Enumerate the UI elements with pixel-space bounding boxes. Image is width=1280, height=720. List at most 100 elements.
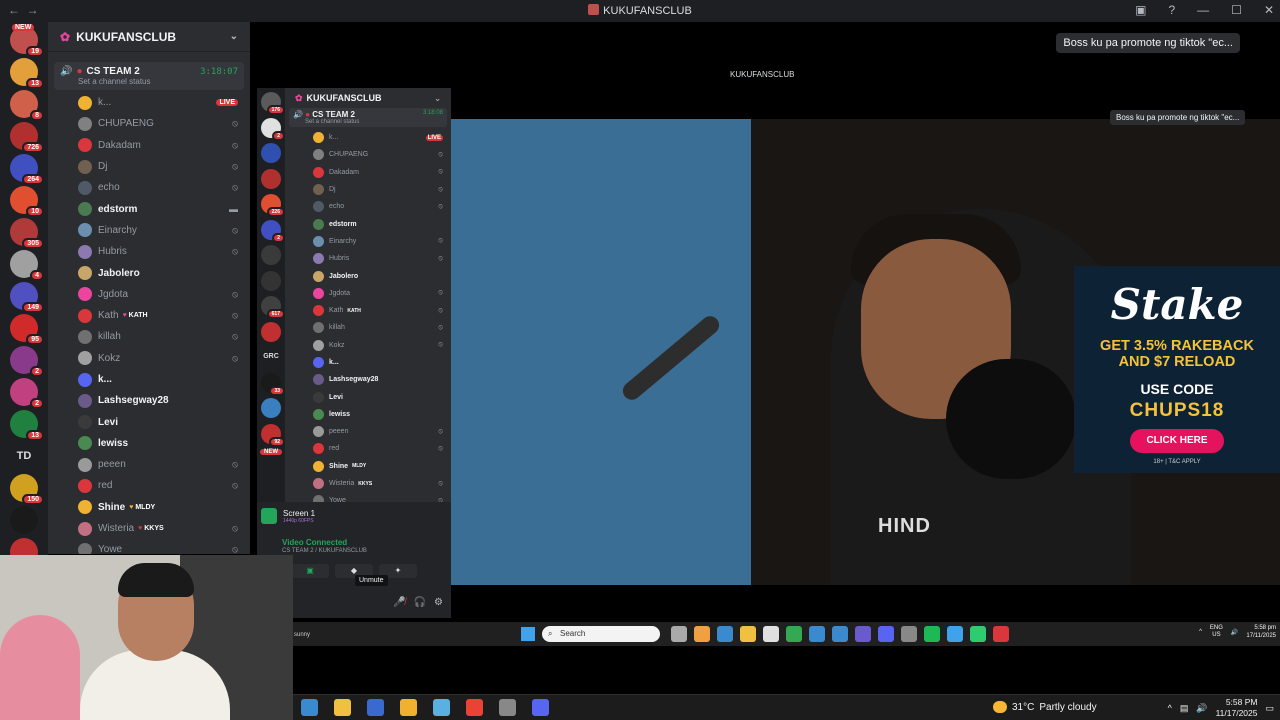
- mention-badge: 2: [272, 130, 285, 141]
- nav-arrows[interactable]: ← →: [8, 3, 39, 17]
- voice-member[interactable]: Kath ♥ KATH ⦸: [48, 305, 250, 326]
- avatar: [313, 184, 324, 196]
- server-icon-15[interactable]: 150: [10, 474, 44, 505]
- voice-member[interactable]: echo ⦸: [48, 177, 250, 198]
- notification-toast[interactable]: Boss ku pa promote ng tiktok "ec...: [1056, 33, 1240, 53]
- server-icon-11[interactable]: 2: [10, 346, 44, 377]
- voice-member[interactable]: Shine ♥ MLDY: [48, 497, 250, 518]
- server-icon-5[interactable]: 264: [10, 154, 44, 185]
- channel-status[interactable]: Set a channel status: [78, 77, 238, 86]
- voice-member[interactable]: Wisteria ♥ KKYS ⦸: [48, 518, 250, 539]
- voice-member[interactable]: Dakadam ⦸: [48, 135, 250, 156]
- voice-member[interactable]: Dj ⦸: [48, 156, 250, 177]
- server-icon-1[interactable]: NEW 19: [10, 24, 44, 57]
- network-icon[interactable]: ▤: [1180, 703, 1189, 714]
- member-tag: ♥ MLDY: [129, 503, 156, 511]
- server-icon-9[interactable]: 149: [10, 282, 44, 313]
- avatar: [313, 322, 324, 334]
- nested-server-icon: [261, 245, 281, 265]
- ad-code: CHUPS18: [1129, 400, 1225, 421]
- member-name: k...: [329, 134, 339, 142]
- video-connected-sub: CS TEAM 2 / KUKUFANSCLUB: [282, 548, 367, 554]
- voice-member[interactable]: edstorm ▬: [48, 198, 250, 219]
- mic-muted-icon: ⦸: [438, 185, 443, 193]
- record-dot-icon: ●: [76, 66, 83, 77]
- server-icon-8[interactable]: 4: [10, 250, 44, 281]
- voice-member[interactable]: k...: [48, 369, 250, 390]
- taskbar-clock[interactable]: 5:58 PM 11/17/2025: [1216, 697, 1258, 719]
- avatar: [78, 542, 92, 554]
- mic-muted-icon: ⦸: [232, 523, 238, 534]
- tray-chevron-icon: ^: [1199, 629, 1202, 635]
- member-name: peeen: [329, 428, 349, 436]
- avatar: [313, 235, 324, 247]
- server-icon-2[interactable]: 13: [10, 58, 44, 89]
- nested-server-header: ✿ KUKUFANSCLUB ⌄: [295, 92, 441, 104]
- voice-member[interactable]: killah ⦸: [48, 326, 250, 347]
- voice-member[interactable]: Jgdota ⦸: [48, 284, 250, 305]
- channel-sidebar: ✿ KUKUFANSCLUB ⌄ 🔊 ● CS TEAM 2 3:18:07 S…: [48, 22, 250, 554]
- server-icon-14[interactable]: TD: [10, 442, 38, 470]
- nested-voice-member: lewiss: [285, 406, 451, 423]
- nested-voice-member: peeen ⦸: [285, 423, 451, 440]
- mic-muted-icon: ⦸: [438, 323, 443, 331]
- taskbar-app-icon[interactable]: [334, 699, 351, 716]
- server-header[interactable]: ✿ KUKUFANSCLUB ⌄: [48, 22, 250, 52]
- taskbar-weather[interactable]: 31°C Partly cloudy: [993, 701, 1097, 713]
- taskbar-app-icon[interactable]: [433, 699, 450, 716]
- server-icon-12[interactable]: 2: [10, 378, 44, 409]
- voice-member[interactable]: Kokz ⦸: [48, 348, 250, 369]
- mic-muted-icon: ⦸: [232, 310, 238, 321]
- voice-member[interactable]: k... LIVE: [48, 92, 250, 113]
- member-name: lewiss: [329, 410, 351, 418]
- nested-voice-member: Hubris ⦸: [285, 250, 451, 267]
- mic-muted-icon: ⦸: [232, 331, 238, 342]
- mic-muted-icon: ⦸: [438, 444, 443, 452]
- member-name: Einarchy: [98, 224, 137, 236]
- notification-icon[interactable]: ▭: [1265, 703, 1274, 714]
- server-icon-16[interactable]: [10, 506, 38, 534]
- taskbar-app-icon[interactable]: [400, 699, 417, 716]
- inner-taskbar: sunny ⌕ Search ^ ENG US 🔊 5:58 pm 17/11/20…: [293, 622, 1280, 646]
- inner-clock: 5:58 pm 17/11/2025: [1246, 625, 1276, 639]
- voice-member[interactable]: Jabolero: [48, 262, 250, 283]
- taskbar-app-icon[interactable]: [367, 699, 384, 716]
- help-icon[interactable]: ?: [1168, 3, 1175, 17]
- voice-member[interactable]: Hubris ⦸: [48, 241, 250, 262]
- voice-member[interactable]: lewiss: [48, 433, 250, 454]
- server-badge-icon: ✿: [60, 29, 71, 44]
- mic-muted-icon: ⦸: [232, 544, 238, 554]
- close-button[interactable]: ✕: [1264, 3, 1274, 17]
- voice-member[interactable]: Yowe ⦸: [48, 539, 250, 554]
- voice-member[interactable]: Lashsegway28: [48, 390, 250, 411]
- nested-server-icon: [261, 270, 281, 291]
- mic-muted-icon: ⦸: [232, 288, 238, 299]
- server-icon-13[interactable]: 13: [10, 410, 44, 441]
- voice-member[interactable]: peeen ⦸: [48, 454, 250, 475]
- taskbar-app-icon[interactable]: [499, 699, 516, 716]
- nested-voice-member: Wisteria KKYS ⦸: [285, 475, 451, 492]
- minimize-button[interactable]: —: [1197, 3, 1209, 17]
- server-icon-6[interactable]: 10: [10, 186, 44, 217]
- server-icon-10[interactable]: 95: [10, 314, 44, 345]
- voice-member[interactable]: red ⦸: [48, 475, 250, 496]
- maximize-button[interactable]: ☐: [1231, 3, 1242, 17]
- taskbar-app-icon[interactable]: [301, 699, 318, 716]
- tray-chevron-icon[interactable]: ^: [1168, 703, 1172, 713]
- voice-member[interactable]: Einarchy ⦸: [48, 220, 250, 241]
- inbox-icon[interactable]: ▣: [1135, 3, 1146, 17]
- taskbar-app-icon[interactable]: [466, 699, 483, 716]
- voice-member[interactable]: CHUPAENG ⦸: [48, 113, 250, 134]
- server-icon-4[interactable]: 726: [10, 122, 44, 153]
- server-icon-3[interactable]: 8: [10, 90, 44, 121]
- voice-channel[interactable]: 🔊 ● CS TEAM 2 3:18:07 Set a channel stat…: [54, 62, 244, 90]
- volume-icon[interactable]: 🔊: [1196, 703, 1207, 714]
- server-icon-7[interactable]: 305: [10, 218, 44, 249]
- nested-voice-member: Dj ⦸: [285, 181, 451, 198]
- ad-use-code: USE CODE: [1140, 381, 1214, 397]
- taskbar-app-icon[interactable]: [532, 699, 549, 716]
- avatar: [313, 443, 324, 455]
- avatar: [313, 408, 324, 420]
- voice-member[interactable]: Levi: [48, 411, 250, 432]
- mention-badge: 13: [26, 430, 44, 441]
